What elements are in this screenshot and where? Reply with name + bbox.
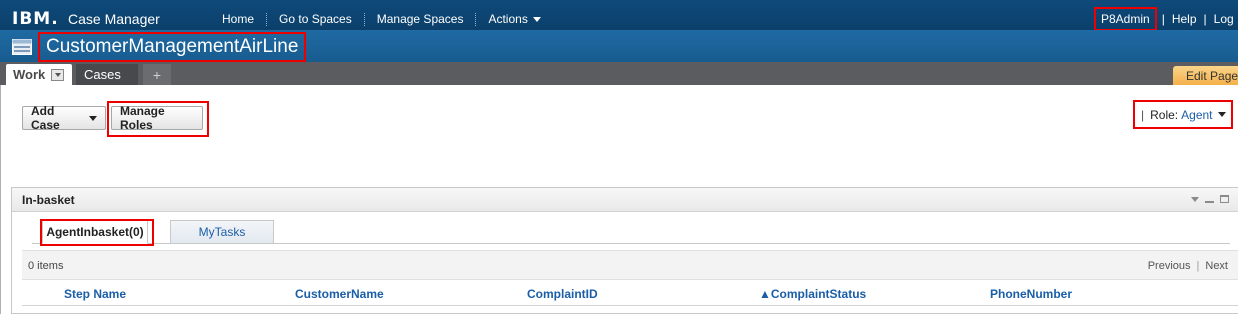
chevron-down-icon [532,16,541,22]
tab-my-tasks[interactable]: MyTasks [170,220,274,244]
inbasket-panel: In-basket AgentInbasket(0) MyTasks 0 ite… [11,187,1238,314]
pager: Previous | Next [1148,260,1228,272]
maximize-icon[interactable] [1220,195,1229,203]
panel-controls [1191,195,1229,203]
page-tabs: Work Cases + Edit Page [0,62,1238,85]
tab-work-label: Work [13,67,46,82]
solution-title-highlight: CustomerManagementAirLine [38,32,307,62]
grid-column-headers: Step Name CustomerName ComplaintID ▲Comp… [22,282,1238,306]
panel-menu-icon[interactable] [1191,196,1199,202]
minimize-icon[interactable] [1205,201,1214,203]
user-area: P8Admin | Help | Log [1094,7,1238,31]
grid-toolbar: 0 items Previous | Next [22,250,1238,280]
agent-inbasket-highlight [40,219,154,246]
column-step-name[interactable]: Step Name [64,287,126,301]
edit-page-button[interactable]: Edit Page [1173,66,1238,85]
panel-header: In-basket [12,188,1238,212]
role-label: Role: [1150,107,1179,122]
nav-go-to-spaces[interactable]: Go to Spaces [267,12,364,26]
tab-cases[interactable]: Cases [76,64,138,85]
chevron-down-icon [54,72,61,77]
role-selector[interactable]: | Role: Agent [1133,100,1233,129]
nav-actions-label: Actions [488,12,528,26]
column-complaint-id[interactable]: ComplaintID [527,287,598,301]
nav-home[interactable]: Home [210,12,266,26]
column-phone-number[interactable]: PhoneNumber [990,287,1072,301]
logout-link[interactable]: Log [1207,12,1238,26]
column-customer-name[interactable]: CustomerName [295,287,384,301]
solution-title: CustomerManagementAirLine [46,36,299,57]
main-content: Add Case Manage Roles | Role: Agent In-b… [0,85,1238,314]
nav-manage-spaces[interactable]: Manage Spaces [365,12,476,26]
manage-roles-button[interactable]: Manage Roles [111,104,203,132]
tab-menu-button[interactable] [51,68,65,81]
solution-icon [12,39,32,55]
add-case-button[interactable]: Add Case [22,104,106,132]
panel-title: In-basket [22,193,75,207]
role-value[interactable]: Agent [1181,108,1212,122]
chevron-down-icon[interactable] [1217,112,1226,117]
user-menu[interactable]: P8Admin [1094,7,1157,31]
add-case-label: Add Case [31,104,60,132]
plus-icon: + [152,66,162,83]
main-nav: Home Go to Spaces Manage Spaces Actions [210,12,553,26]
nav-actions[interactable]: Actions [476,12,552,26]
role-separator: | [1141,107,1145,122]
next-link[interactable]: Next [1205,260,1228,272]
inbasket-tabs: AgentInbasket(0) MyTasks [32,218,1230,246]
ibm-logo: IBM. [12,9,59,29]
column-complaint-status[interactable]: ▲ComplaintStatus [759,287,866,301]
pager-separator: | [1196,260,1200,272]
items-count: 0 items [28,260,64,272]
help-link[interactable]: Help [1165,12,1204,26]
brand-text: IBM. [12,9,59,29]
tab-work[interactable]: Work [6,64,72,85]
previous-link[interactable]: Previous [1148,260,1191,272]
app-name: Case Manager [68,11,160,27]
add-tab-button[interactable]: + [143,64,171,85]
chevron-down-icon [89,115,97,121]
solution-bar: CustomerManagementAirLine [0,30,1238,64]
